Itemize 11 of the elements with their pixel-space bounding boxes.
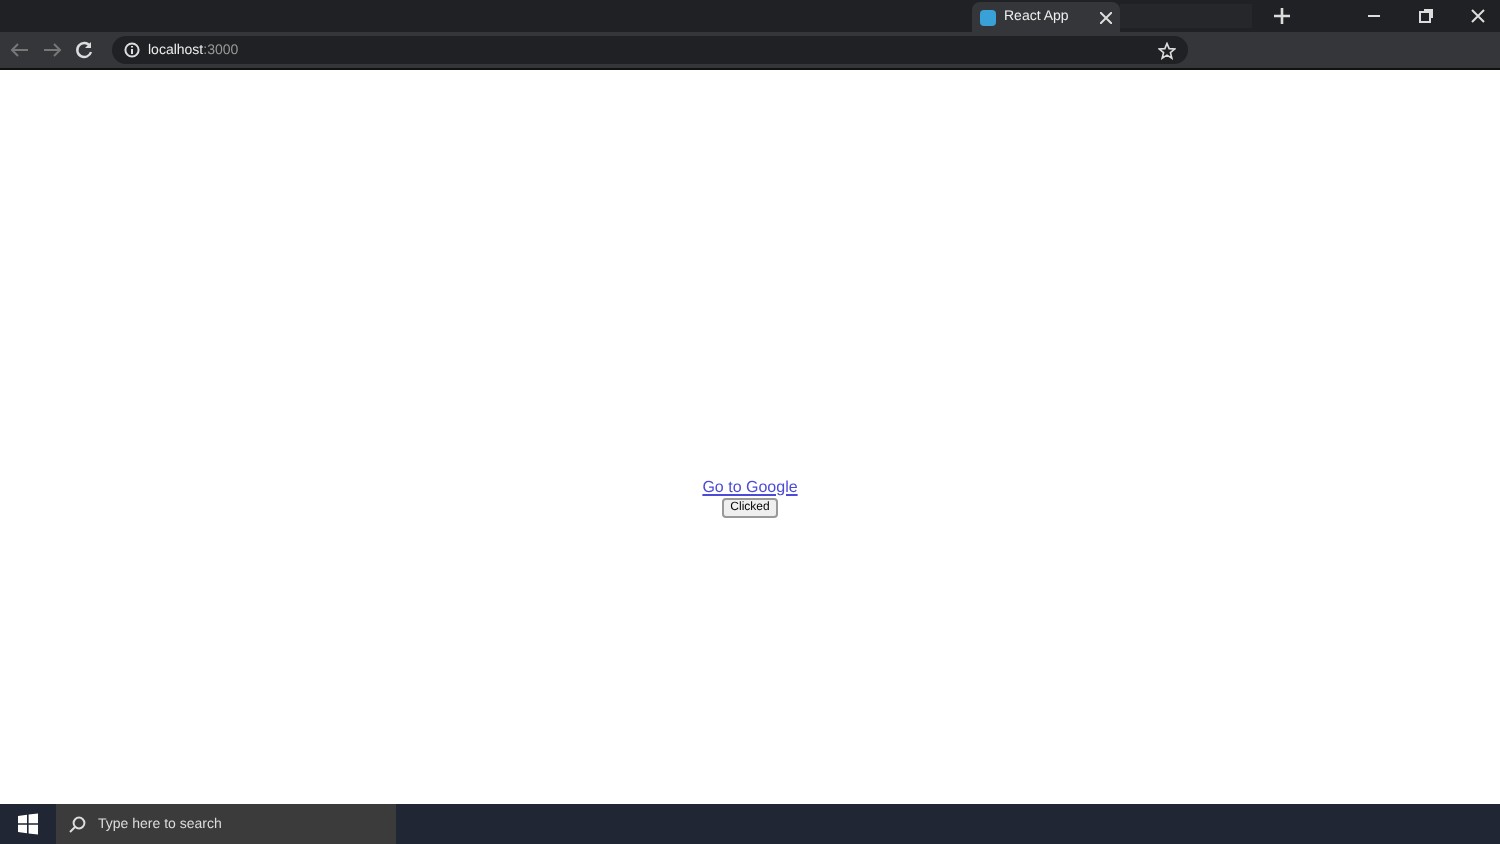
info-icon <box>124 42 140 58</box>
star-icon[interactable] <box>1158 41 1176 59</box>
search-icon <box>68 815 86 833</box>
google-link[interactable]: Go to Google <box>702 477 798 495</box>
back-icon[interactable] <box>8 38 32 62</box>
new-tab-icon[interactable] <box>1268 2 1296 30</box>
windows-start-icon[interactable] <box>16 812 40 836</box>
tab-icon <box>980 9 996 25</box>
close-icon[interactable] <box>1100 11 1112 23</box>
reload-icon[interactable] <box>72 38 96 62</box>
forward-icon[interactable] <box>40 38 64 62</box>
